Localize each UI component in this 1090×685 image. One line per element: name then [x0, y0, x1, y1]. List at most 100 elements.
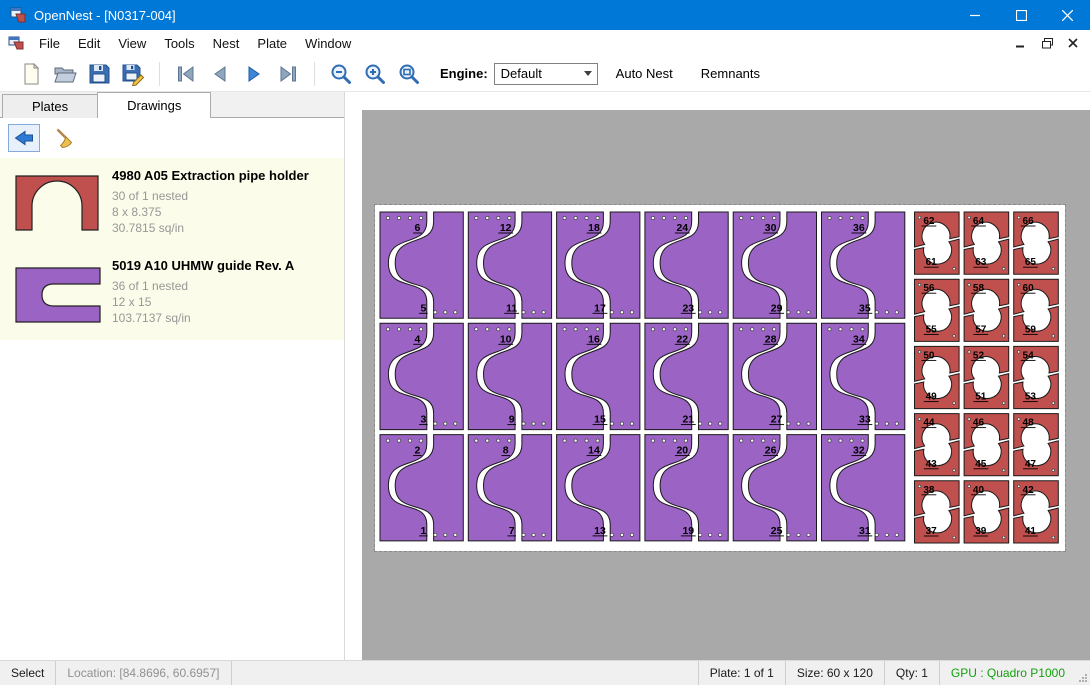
part-number[interactable]: 14 [588, 445, 600, 457]
part-number[interactable]: 19 [682, 525, 694, 537]
zoom-in-icon[interactable] [358, 59, 392, 89]
menu-edit[interactable]: Edit [69, 32, 109, 55]
part-number[interactable]: 5 [420, 302, 426, 314]
part-number[interactable]: 62 [923, 216, 935, 227]
part-number[interactable]: 61 [926, 257, 938, 268]
part-number[interactable]: 37 [926, 526, 938, 537]
part-number[interactable]: 30 [765, 222, 777, 234]
menu-view[interactable]: View [109, 32, 155, 55]
part-number[interactable]: 25 [771, 525, 783, 537]
maximize-icon[interactable] [998, 0, 1044, 30]
part-number[interactable]: 47 [1025, 459, 1037, 470]
menu-nest[interactable]: Nest [204, 32, 249, 55]
part-number[interactable]: 28 [765, 333, 777, 345]
part-number[interactable]: 3 [420, 414, 426, 426]
part-number[interactable]: 23 [682, 302, 694, 314]
clean-button[interactable] [50, 124, 82, 152]
mdi-restore-icon[interactable] [1038, 35, 1056, 51]
part-number[interactable]: 2 [414, 445, 420, 457]
part-number[interactable]: 11 [506, 302, 517, 314]
part-number[interactable]: 38 [923, 485, 935, 496]
part-number[interactable]: 6 [414, 222, 420, 234]
part-number[interactable]: 54 [1023, 350, 1035, 361]
minimize-icon[interactable] [952, 0, 998, 30]
zoom-fit-icon[interactable] [392, 59, 426, 89]
part-number[interactable]: 34 [853, 333, 865, 345]
part-number[interactable]: 40 [973, 485, 985, 496]
part-number[interactable]: 36 [853, 222, 865, 234]
part-number[interactable]: 51 [975, 392, 987, 403]
part-number[interactable]: 32 [853, 445, 865, 457]
mdi-close-icon[interactable] [1064, 35, 1082, 51]
part-number[interactable]: 55 [926, 324, 938, 335]
part-number[interactable]: 8 [503, 445, 509, 457]
remnants-button[interactable]: Remnants [691, 61, 770, 86]
part-number[interactable]: 29 [771, 302, 783, 314]
part-number[interactable]: 66 [1023, 216, 1035, 227]
part-number[interactable]: 45 [975, 459, 987, 470]
part-number[interactable]: 59 [1025, 324, 1037, 335]
nav-next-icon[interactable] [237, 59, 271, 89]
menu-window[interactable]: Window [296, 32, 360, 55]
part-number[interactable]: 35 [859, 302, 871, 314]
tab-drawings[interactable]: Drawings [97, 92, 211, 118]
open-folder-icon[interactable] [48, 59, 82, 89]
part-number[interactable]: 7 [509, 525, 515, 537]
part-number[interactable]: 31 [859, 525, 871, 537]
dropdown-arrow-icon[interactable] [580, 64, 597, 84]
part-number[interactable]: 50 [923, 350, 935, 361]
engine-select[interactable]: Default [494, 63, 598, 85]
part-number[interactable]: 46 [973, 418, 985, 429]
menu-plate[interactable]: Plate [248, 32, 296, 55]
part-number[interactable]: 49 [926, 392, 938, 403]
part-number[interactable]: 21 [682, 414, 694, 426]
part-number[interactable]: 58 [973, 283, 985, 294]
drawing-item-2[interactable]: 5019 A10 UHMW guide Rev. A 36 of 1 neste… [0, 248, 344, 340]
part-number[interactable]: 63 [975, 257, 987, 268]
menu-tools[interactable]: Tools [155, 32, 203, 55]
part-number[interactable]: 12 [500, 222, 512, 234]
new-file-icon[interactable] [14, 59, 48, 89]
auto-nest-button[interactable]: Auto Nest [606, 61, 683, 86]
part-number[interactable]: 52 [973, 350, 985, 361]
part-number[interactable]: 53 [1025, 392, 1037, 403]
part-number[interactable]: 1 [420, 525, 426, 537]
part-number[interactable]: 20 [676, 445, 688, 457]
part-number[interactable]: 64 [973, 216, 985, 227]
nav-first-icon[interactable] [169, 59, 203, 89]
canvas-area[interactable]: 6512111817242330293635431091615222128273… [362, 110, 1090, 660]
part-number[interactable]: 18 [588, 222, 600, 234]
part-number[interactable]: 33 [859, 414, 871, 426]
part-number[interactable]: 13 [594, 525, 606, 537]
save-icon[interactable] [82, 59, 116, 89]
drawing-item-1[interactable]: 4980 A05 Extraction pipe holder 30 of 1 … [0, 158, 344, 248]
part-number[interactable]: 56 [923, 283, 935, 294]
part-number[interactable]: 26 [765, 445, 777, 457]
part-number[interactable]: 22 [676, 333, 688, 345]
part-number[interactable]: 10 [500, 333, 512, 345]
part-number[interactable]: 17 [594, 302, 606, 314]
part-number[interactable]: 44 [923, 418, 935, 429]
part-number[interactable]: 42 [1023, 485, 1035, 496]
part-number[interactable]: 57 [975, 324, 987, 335]
mdi-minimize-icon[interactable] [1012, 35, 1030, 51]
part-number[interactable]: 41 [1025, 526, 1037, 537]
resize-grip-icon[interactable] [1076, 661, 1090, 685]
part-number[interactable]: 16 [588, 333, 600, 345]
close-icon[interactable] [1044, 0, 1090, 30]
part-number[interactable]: 24 [676, 222, 688, 234]
part-number[interactable]: 60 [1023, 283, 1035, 294]
part-number[interactable]: 9 [509, 414, 515, 426]
part-number[interactable]: 43 [926, 459, 938, 470]
part-number[interactable]: 65 [1025, 257, 1037, 268]
zoom-out-icon[interactable] [324, 59, 358, 89]
import-part-button[interactable] [8, 124, 40, 152]
nav-last-icon[interactable] [271, 59, 305, 89]
nav-prev-icon[interactable] [203, 59, 237, 89]
save-as-icon[interactable] [116, 59, 150, 89]
menu-file[interactable]: File [30, 32, 69, 55]
part-number[interactable]: 48 [1023, 418, 1035, 429]
part-number[interactable]: 4 [414, 333, 420, 345]
part-number[interactable]: 15 [594, 414, 606, 426]
tab-plates[interactable]: Plates [2, 94, 98, 118]
